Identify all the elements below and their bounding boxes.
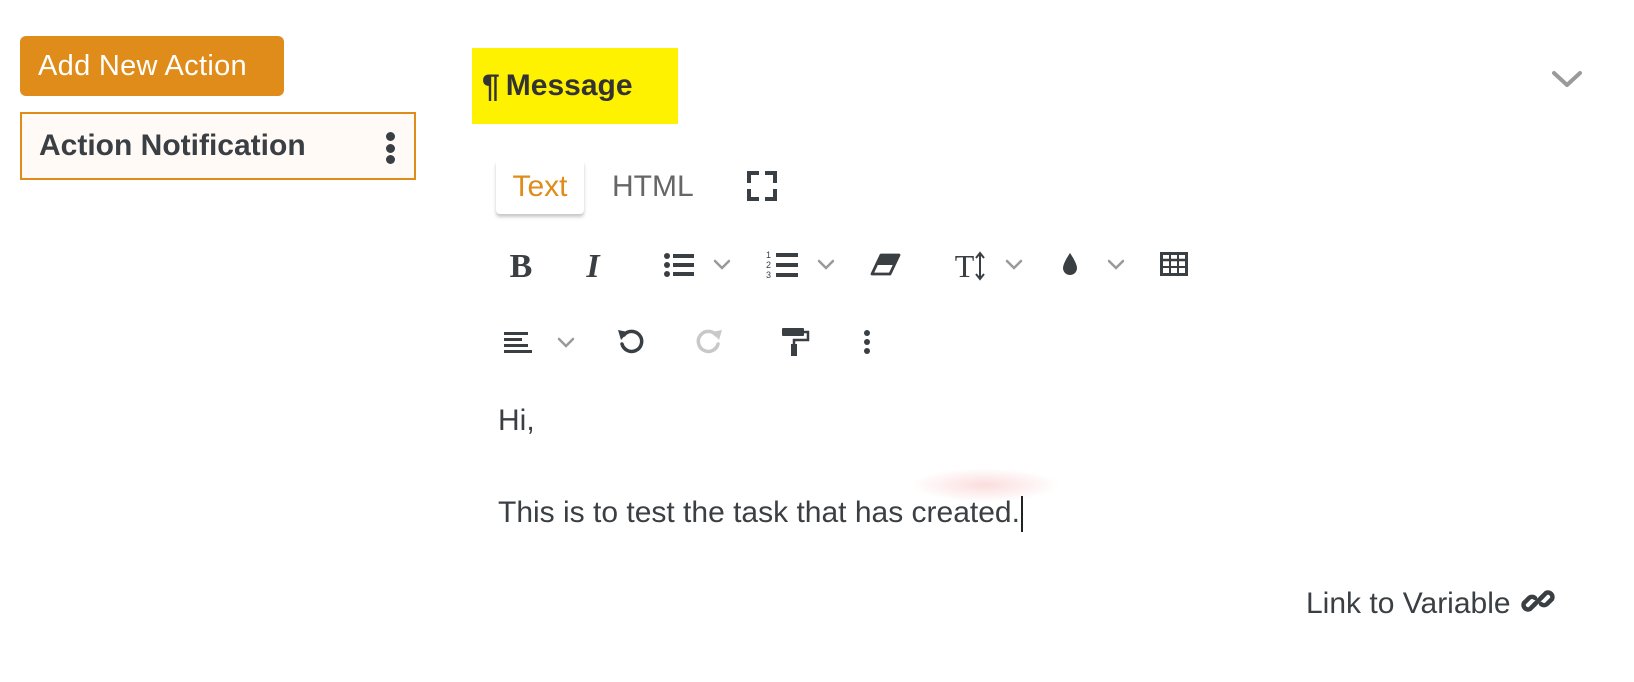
- eraser-icon[interactable]: [870, 252, 902, 278]
- tab-text[interactable]: Text: [496, 160, 584, 214]
- more-vertical-icon[interactable]: [862, 328, 872, 356]
- svg-text:3: 3: [766, 270, 771, 280]
- kebab-menu-icon[interactable]: [384, 132, 396, 164]
- svg-text:2: 2: [766, 260, 771, 270]
- ink-drop-icon[interactable]: [1060, 250, 1080, 278]
- editor-line-body[interactable]: This is to test the task that has create…: [498, 496, 1023, 533]
- link-to-variable-button[interactable]: Link to Variable: [1306, 584, 1555, 623]
- italic-button[interactable]: I: [578, 247, 608, 287]
- paint-roller-icon[interactable]: [780, 326, 810, 358]
- action-editor-page: Add New Action Action Notification ¶ Mes…: [0, 0, 1634, 682]
- action-item-label: Action Notification: [39, 129, 306, 162]
- tab-html[interactable]: HTML: [612, 164, 694, 210]
- numbered-list-icon[interactable]: 1 2 3: [766, 250, 798, 280]
- chevron-down-icon[interactable]: [1106, 258, 1126, 272]
- align-left-icon[interactable]: [504, 330, 532, 356]
- chevron-down-icon[interactable]: [816, 258, 836, 272]
- chevron-down-icon[interactable]: [1004, 258, 1024, 272]
- editor-body-text: This is to test the task that has create…: [498, 496, 1020, 529]
- bulleted-list-icon[interactable]: [664, 252, 694, 278]
- chevron-down-icon[interactable]: [712, 258, 732, 272]
- text-caret: [1020, 496, 1023, 533]
- fullscreen-icon[interactable]: [746, 170, 778, 202]
- paragraph-icon: ¶: [482, 67, 500, 104]
- message-section-header[interactable]: ¶ Message: [472, 48, 678, 124]
- svg-text:1: 1: [766, 250, 771, 260]
- chevron-down-icon[interactable]: [1550, 66, 1584, 92]
- link-icon: [1520, 584, 1555, 623]
- chevron-down-icon[interactable]: [556, 336, 576, 350]
- text-size-icon[interactable]: T: [952, 246, 988, 286]
- editor-line-greeting[interactable]: Hi,: [498, 404, 535, 438]
- bold-button[interactable]: B: [504, 247, 538, 287]
- add-new-action-button[interactable]: Add New Action: [20, 36, 284, 96]
- undo-icon[interactable]: [616, 326, 646, 356]
- link-to-variable-label: Link to Variable: [1306, 586, 1511, 620]
- text-size-glyph: T: [954, 247, 975, 284]
- action-list-item[interactable]: Action Notification: [20, 112, 416, 180]
- section-title: Message: [505, 69, 633, 102]
- redo-icon[interactable]: [694, 326, 724, 356]
- table-icon[interactable]: [1160, 252, 1188, 276]
